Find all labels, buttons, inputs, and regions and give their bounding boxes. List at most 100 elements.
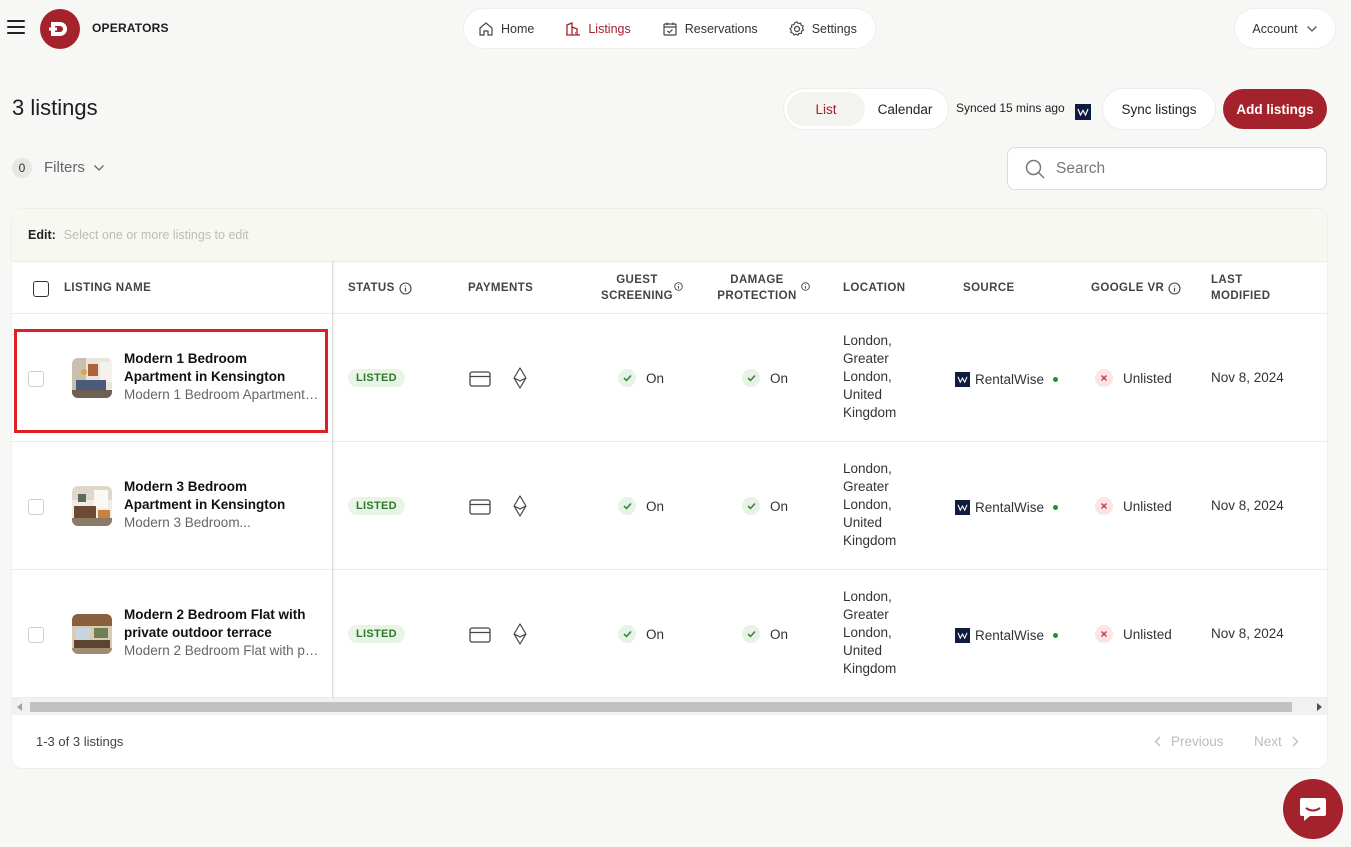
ethereum-icon: [513, 623, 527, 645]
nav-reservations[interactable]: Reservations: [661, 20, 758, 38]
connected-dot: [1053, 505, 1059, 510]
info-icon[interactable]: [1168, 281, 1181, 295]
table-row[interactable]: Modern 3 Bedroom Apartment in Kensington …: [12, 442, 1327, 570]
nav-reservations-label: Reservations: [684, 21, 758, 36]
guest-screening-status: On: [618, 369, 664, 387]
listings-icon: [566, 21, 581, 36]
chat-icon: [1300, 798, 1326, 821]
ethereum-icon: [513, 495, 527, 517]
nav-home[interactable]: Home: [477, 20, 534, 38]
damage-protection-status: On: [742, 625, 788, 643]
pagination-summary: 1-3 of 3 listings: [36, 734, 124, 749]
filters-dropdown[interactable]: Filters: [44, 159, 105, 176]
last-modified-date: Nov 8, 2024: [1211, 498, 1284, 513]
connected-dot: [1053, 377, 1059, 382]
chevron-down-icon: [1306, 25, 1317, 32]
chevron-left-icon: [1154, 736, 1161, 747]
credit-card-icon: [469, 499, 491, 515]
column-header-status[interactable]: STATUS: [348, 280, 412, 296]
menu-icon[interactable]: [7, 20, 25, 34]
search-input[interactable]: [1056, 159, 1296, 178]
listing-subtitle: Modern 2 Bedroom Flat with private outdo…: [124, 643, 320, 658]
sync-status: Synced 15 mins ago: [956, 101, 1065, 115]
search-icon: [1025, 159, 1045, 179]
nav-listings[interactable]: Listings: [564, 20, 631, 38]
nav-home-label: Home: [501, 21, 535, 36]
next-page-button[interactable]: Next: [1254, 734, 1299, 749]
listing-thumbnail[interactable]: [72, 486, 112, 526]
check-icon: [618, 369, 636, 387]
row-checkbox[interactable]: [28, 499, 44, 515]
sync-listings-button[interactable]: Sync listings: [1103, 89, 1215, 129]
select-all-checkbox[interactable]: [33, 281, 49, 297]
main-nav: Home Listings Reservations Settings: [464, 9, 875, 48]
listing-title[interactable]: Modern 3 Bedroom Apartment in Kensington: [124, 478, 324, 514]
check-icon: [618, 497, 636, 515]
column-header-damage-protection[interactable]: DAMAGE PROTECTION: [712, 272, 802, 304]
x-icon: [1095, 497, 1113, 515]
chat-launcher-button[interactable]: [1283, 779, 1343, 839]
previous-page-button[interactable]: Previous: [1154, 734, 1224, 749]
rentalwise-logo-icon: [955, 500, 970, 515]
listing-location: London, Greater London, United Kingdom: [843, 461, 897, 548]
guest-screening-status: On: [618, 625, 664, 643]
sticky-column-shadow: [332, 261, 336, 698]
listing-source: RentalWise: [955, 372, 1059, 387]
last-modified-date: Nov 8, 2024: [1211, 370, 1284, 385]
x-icon: [1095, 369, 1113, 387]
column-header-payments[interactable]: PAYMENTS: [468, 280, 533, 296]
calendar-view-button[interactable]: Calendar: [865, 92, 945, 126]
scroll-left-icon[interactable]: [17, 703, 23, 711]
column-header-listing-name[interactable]: LISTING NAME: [64, 280, 151, 296]
account-menu-button[interactable]: Account: [1235, 9, 1335, 48]
table-header: LISTING NAME STATUS PAYMENTS GUEST SCREEN…: [12, 261, 1327, 314]
nav-listings-label: Listings: [588, 21, 631, 36]
credit-card-icon: [469, 627, 491, 643]
check-icon: [742, 369, 760, 387]
info-icon[interactable]: [399, 281, 412, 295]
info-icon[interactable]: [801, 282, 810, 291]
credit-card-icon: [469, 371, 491, 387]
scroll-right-icon[interactable]: [1316, 703, 1322, 711]
account-label: Account: [1252, 21, 1298, 36]
table-row[interactable]: Modern 2 Bedroom Flat with private outdoo…: [12, 570, 1327, 698]
rentalwise-logo-icon: [955, 628, 970, 643]
listing-source: RentalWise: [955, 500, 1059, 515]
listing-title[interactable]: Modern 2 Bedroom Flat with private outdoo…: [124, 606, 329, 642]
chevron-right-icon: [1292, 736, 1299, 747]
listing-location: London, Greater London, United Kingdom: [843, 333, 897, 420]
status-badge: LISTED: [348, 625, 405, 643]
scrollbar-thumb[interactable]: [30, 702, 1292, 712]
add-listings-button[interactable]: Add listings: [1223, 89, 1327, 129]
horizontal-scrollbar[interactable]: [12, 698, 1327, 715]
filters-label: Filters: [44, 159, 85, 176]
guest-screening-status: On: [618, 497, 664, 515]
row-checkbox[interactable]: [28, 627, 44, 643]
bulk-edit-bar: Edit: Select one or more listings to edi…: [12, 209, 1327, 261]
rentalwise-logo-icon: [955, 372, 970, 387]
column-header-google-vr[interactable]: GOOGLE VR: [1091, 280, 1181, 296]
list-view-button[interactable]: List: [787, 92, 865, 126]
listing-thumbnail[interactable]: [72, 614, 112, 654]
listing-subtitle: Modern 3 Bedroom...: [124, 515, 251, 530]
info-icon[interactable]: [674, 282, 683, 291]
column-header-guest-screening[interactable]: GUEST SCREENING: [592, 272, 682, 304]
column-header-source[interactable]: SOURCE: [963, 280, 1015, 296]
column-header-location[interactable]: LOCATION: [843, 280, 905, 296]
home-icon: [479, 21, 493, 36]
selection-highlight: [14, 329, 328, 433]
column-header-last-modified[interactable]: LAST MODIFIED: [1211, 272, 1270, 304]
google-vr-status: Unlisted: [1095, 369, 1172, 387]
status-badge: LISTED: [348, 369, 405, 387]
nav-settings[interactable]: Settings: [788, 20, 857, 38]
view-toggle: List Calendar: [784, 89, 948, 129]
connected-dot: [1053, 633, 1059, 638]
gear-icon: [789, 20, 804, 36]
check-icon: [618, 625, 636, 643]
brand-logo[interactable]: [40, 9, 80, 49]
brand-name: OPERATORS: [92, 21, 169, 35]
google-vr-status: Unlisted: [1095, 497, 1172, 515]
damage-protection-status: On: [742, 497, 788, 515]
listings-table-card: Edit: Select one or more listings to edi…: [12, 209, 1327, 768]
check-icon: [742, 625, 760, 643]
